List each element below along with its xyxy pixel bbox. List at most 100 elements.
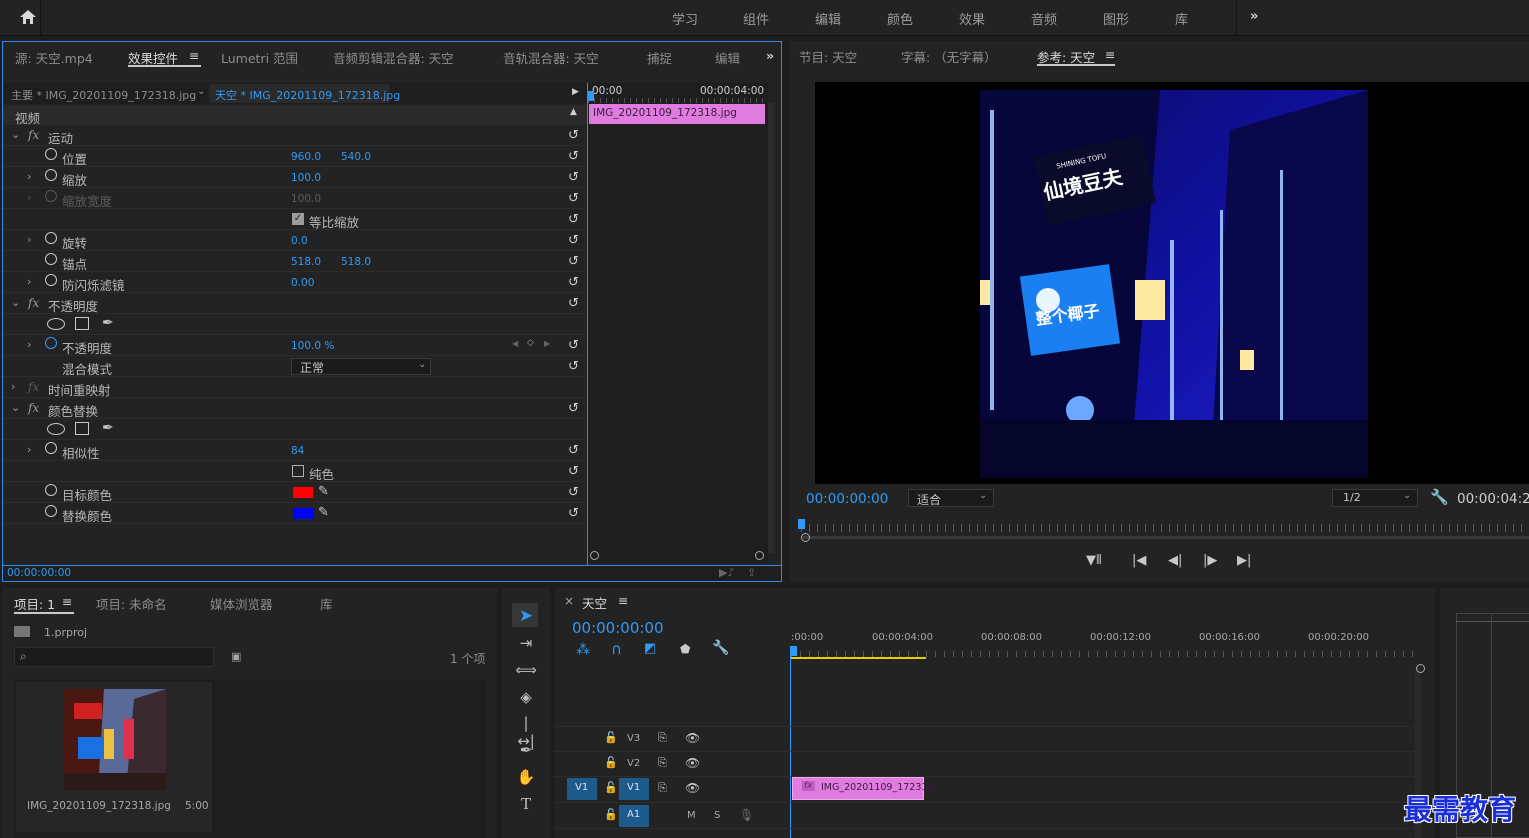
sync-lock-icon[interactable]: ⎘ (658, 756, 667, 770)
eye-icon[interactable]: 👁 (685, 731, 700, 745)
fx-icon[interactable]: fx (28, 296, 39, 310)
stopwatch-icon[interactable] (45, 484, 57, 496)
rotation-value[interactable]: 0.0 (291, 235, 308, 247)
reset-icon[interactable]: ↺ (568, 401, 579, 416)
fx-opacity-row[interactable]: ⌄ fx 不透明度 ↺ (3, 293, 587, 314)
collapse-arrow-icon[interactable]: ⌄ (11, 401, 20, 414)
wrench-icon[interactable]: 🔧 (1430, 488, 1449, 506)
tab-project-1[interactable]: 项目: 1 (14, 594, 55, 613)
reset-icon[interactable]: ↺ (568, 149, 579, 164)
solo-button[interactable]: S (714, 810, 720, 821)
expand-arrow-icon[interactable]: › (11, 380, 15, 393)
track-label[interactable]: V2 (627, 758, 640, 769)
rect-mask-icon[interactable] (75, 317, 89, 330)
reset-icon[interactable]: ↺ (568, 212, 579, 227)
panel-menu-icon[interactable]: ≡ (189, 48, 199, 63)
zoom-handle-left[interactable] (801, 533, 810, 542)
stopwatch-icon[interactable] (45, 274, 57, 286)
ws-more-button[interactable]: » (1250, 9, 1258, 24)
effects-timecode[interactable]: 00:00:00:00 (7, 567, 71, 579)
microphone-icon[interactable]: 🎙 (739, 808, 754, 822)
project-search-input[interactable]: ⌕ (14, 647, 214, 667)
resolution-select[interactable]: 1/2 ⌄ (1332, 489, 1418, 507)
ws-learn[interactable]: 学习 (672, 9, 698, 28)
source-patch-v1[interactable]: V1 (567, 778, 597, 800)
target-color-swatch[interactable] (293, 487, 313, 498)
reset-icon[interactable]: ↺ (568, 254, 579, 269)
scale-value[interactable]: 100.0 (291, 172, 321, 184)
reset-icon[interactable]: ↺ (568, 233, 579, 248)
sequence-clip-label[interactable]: 天空 * IMG_20201109_172318.jpg (215, 87, 400, 103)
tab-track-mixer[interactable]: 音轨混合器: 天空 (503, 48, 599, 67)
ws-effects[interactable]: 效果 (959, 9, 985, 28)
tab-edit[interactable]: 编辑 (715, 48, 740, 67)
timeline-timecode[interactable]: 00:00:00:00 (572, 619, 664, 637)
linked-selection-icon[interactable]: ◩ (644, 641, 656, 656)
position-y-value[interactable]: 540.0 (341, 151, 371, 163)
zoom-handle-right[interactable] (1416, 664, 1425, 673)
stopwatch-icon[interactable] (45, 442, 57, 454)
flicker-value[interactable]: 0.00 (291, 277, 314, 289)
stopwatch-icon[interactable] (45, 148, 57, 160)
tab-captions[interactable]: 字幕: （无字幕） (901, 47, 997, 66)
nest-icon[interactable]: ⁂ (576, 642, 590, 658)
program-scrollbar[interactable] (803, 536, 1529, 539)
tab-source[interactable]: 源: 天空.mp4 (15, 48, 93, 67)
export-icon[interactable]: ⇪ (747, 566, 756, 579)
lock-icon[interactable]: 🔓 (604, 808, 618, 821)
sequence-tab[interactable]: 天空 (582, 593, 607, 612)
reset-icon[interactable]: ↺ (568, 296, 579, 311)
eye-icon[interactable]: 👁 (685, 756, 700, 770)
reset-icon[interactable]: ↺ (568, 485, 579, 500)
tab-program[interactable]: 节目: 天空 (799, 47, 857, 66)
track-select-tool-icon[interactable]: ⇥ (515, 634, 537, 654)
eyedropper-icon[interactable]: ✎ (318, 505, 329, 520)
reset-icon[interactable]: ↺ (568, 128, 579, 143)
expand-arrow-icon[interactable]: › (27, 338, 31, 351)
tab-capture[interactable]: 捕捉 (647, 48, 672, 67)
ripple-edit-tool-icon[interactable]: ⟺ (515, 661, 537, 681)
pen-mask-icon[interactable]: ✒ (102, 315, 114, 331)
tab-libraries[interactable]: 库 (320, 594, 333, 613)
fx-icon[interactable]: fx (28, 128, 39, 142)
pen-mask-icon[interactable]: ✒ (102, 420, 114, 436)
program-timecode[interactable]: 00:00:00:00 (806, 491, 888, 507)
tab-audio-clip-mixer[interactable]: 音频剪辑混合器: 天空 (333, 48, 454, 67)
close-icon[interactable]: × (564, 594, 574, 608)
ws-audio[interactable]: 音频 (1031, 9, 1057, 28)
program-playhead[interactable] (798, 519, 805, 529)
go-to-in-icon[interactable]: |◀ (1132, 553, 1146, 568)
ws-color[interactable]: 颜色 (887, 9, 913, 28)
mute-button[interactable]: M (687, 810, 696, 821)
panel-menu-icon[interactable]: ≡ (1105, 47, 1115, 62)
timeline-clip-v1[interactable]: fx IMG_20201109_172318. (792, 777, 937, 800)
expand-arrow-icon[interactable]: › (27, 443, 31, 456)
rect-mask-icon[interactable] (75, 422, 89, 435)
uniform-scale-checkbox[interactable]: ✓ (292, 213, 304, 225)
prev-keyframe-icon[interactable]: ◀ (512, 339, 518, 348)
fx-color-replace-row[interactable]: ⌄ fx 颜色替换 ↺ (3, 398, 587, 419)
collapse-arrow-icon[interactable]: ⌄ (11, 296, 20, 309)
tab-lumetri[interactable]: Lumetri 范围 (221, 48, 298, 67)
reset-icon[interactable]: ↺ (568, 506, 579, 521)
eye-icon[interactable]: 👁 (685, 781, 700, 795)
mini-timeline-clip[interactable]: IMG_20201109_172318.jpg (589, 104, 765, 124)
track-target-v1[interactable]: V1 (619, 778, 649, 800)
anchor-x-value[interactable]: 518.0 (291, 256, 321, 268)
master-clip-label[interactable]: 主要 * IMG_20201109_172318.jpg (11, 87, 196, 103)
reset-icon[interactable]: ↺ (568, 464, 579, 479)
audio-play-icon[interactable]: ▶♪ (719, 566, 734, 579)
ws-graphics[interactable]: 图形 (1103, 9, 1129, 28)
next-keyframe-icon[interactable]: ▶ (544, 339, 550, 348)
go-to-out-icon[interactable]: ▶| (1237, 553, 1251, 568)
eyedropper-icon[interactable]: ✎ (318, 484, 329, 499)
zoom-handle-right[interactable] (755, 551, 764, 560)
position-x-value[interactable]: 960.0 (291, 151, 321, 163)
solid-checkbox[interactable] (292, 465, 304, 477)
track-label[interactable]: V3 (627, 733, 640, 744)
track-target-a1[interactable]: A1 (619, 805, 649, 827)
fx-icon[interactable]: fx (28, 401, 39, 415)
lock-icon[interactable]: 🔓 (604, 756, 618, 769)
step-forward-icon[interactable]: |▶ (1203, 553, 1217, 568)
stopwatch-icon[interactable] (45, 232, 57, 244)
